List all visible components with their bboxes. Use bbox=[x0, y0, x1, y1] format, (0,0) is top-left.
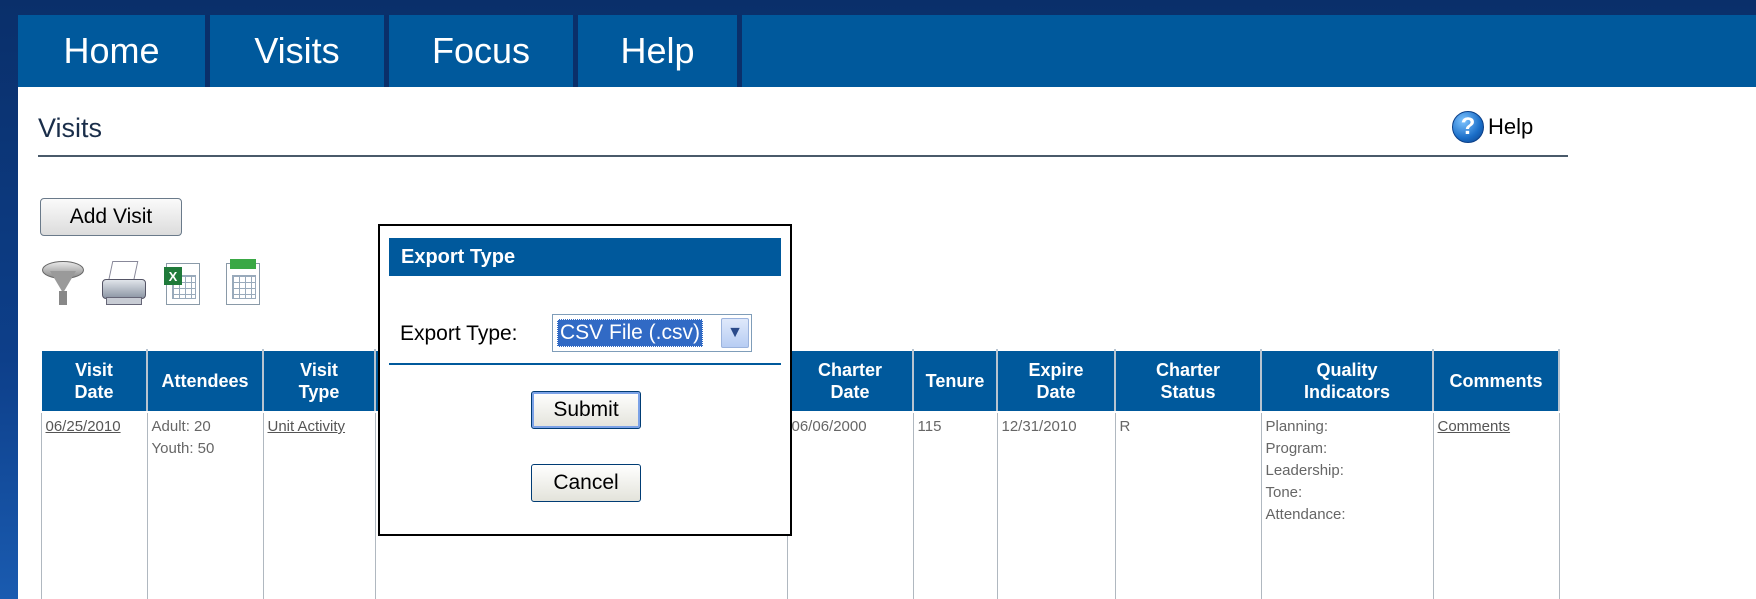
column-header-charter-date[interactable]: Charter Date bbox=[786, 349, 914, 413]
visit-type-link[interactable]: Unit Activity bbox=[268, 418, 346, 435]
cancel-button[interactable]: Cancel bbox=[531, 464, 641, 502]
quality-attendance: Attendance: bbox=[1265, 506, 1346, 523]
printer-icon[interactable] bbox=[100, 255, 146, 307]
column-header-attendees[interactable]: Attendees bbox=[146, 349, 264, 413]
attendees-cell: Adult: 20 Youth: 50 bbox=[146, 411, 264, 599]
quality-program: Program: bbox=[1265, 440, 1328, 457]
dialog-title: Export Type bbox=[389, 238, 781, 276]
comments-cell: Comments bbox=[1432, 411, 1560, 599]
content-panel: Visits ? Help Add Visit X Visit Date Att… bbox=[18, 87, 1756, 599]
title-divider bbox=[38, 155, 1568, 157]
nav-tab-focus[interactable]: Focus bbox=[389, 15, 578, 87]
excel-export-icon[interactable]: X bbox=[160, 255, 206, 307]
column-header-charter-status[interactable]: Charter Status bbox=[1114, 349, 1262, 413]
column-header-expire-date[interactable]: Expire Date bbox=[996, 349, 1116, 413]
table-row: 06/25/2010 Adult: 20 Youth: 50 Unit Acti… bbox=[40, 411, 1560, 599]
visits-table: Visit Date Attendees Visit Type Charter Dat… bbox=[40, 349, 1560, 599]
submit-button[interactable]: Submit bbox=[531, 391, 641, 429]
dialog-divider bbox=[389, 363, 781, 365]
csv-export-icon[interactable] bbox=[220, 255, 266, 307]
quality-leadership: Leadership: bbox=[1265, 462, 1344, 479]
quality-planning: Planning: bbox=[1265, 418, 1329, 435]
export-type-dialog: Export Type Export Type: CSV File (.csv)… bbox=[378, 224, 792, 536]
add-visit-button[interactable]: Add Visit bbox=[40, 198, 182, 236]
charter-date-cell: 06/06/2000 bbox=[786, 411, 914, 599]
visit-type-cell: Unit Activity bbox=[262, 411, 376, 599]
filter-funnel-icon[interactable] bbox=[40, 255, 86, 307]
nav-tab-help[interactable]: Help bbox=[578, 15, 742, 87]
nav-tab-visits[interactable]: Visits bbox=[210, 15, 389, 87]
nav-tab-home[interactable]: Home bbox=[18, 15, 210, 87]
column-header-visit-date[interactable]: Visit Date bbox=[40, 349, 148, 413]
charter-status-cell: R bbox=[1114, 411, 1262, 599]
comments-link[interactable]: Comments bbox=[1438, 418, 1511, 435]
export-type-label: Export Type: bbox=[400, 322, 518, 345]
expire-date-cell: 12/31/2010 bbox=[996, 411, 1116, 599]
column-header-quality-indicators[interactable]: Quality Indicators bbox=[1260, 349, 1434, 413]
visit-date-cell: 06/25/2010 bbox=[40, 411, 148, 599]
top-nav: Home Visits Focus Help bbox=[18, 15, 1756, 87]
help-link[interactable]: ? Help bbox=[1452, 111, 1533, 143]
quality-indicators-cell: Planning: Program: Leadership: Tone: Att… bbox=[1260, 411, 1434, 599]
tenure-cell: 115 bbox=[912, 411, 998, 599]
chevron-down-icon[interactable]: ▼ bbox=[721, 318, 749, 348]
attendees-adult: Adult: 20 bbox=[151, 418, 211, 435]
page-title: Visits bbox=[38, 113, 103, 143]
help-link-label: Help bbox=[1488, 114, 1534, 139]
quality-tone: Tone: bbox=[1265, 484, 1303, 501]
column-header-visit-type[interactable]: Visit Type bbox=[262, 349, 376, 413]
visit-date-link[interactable]: 06/25/2010 bbox=[46, 418, 121, 435]
column-header-comments[interactable]: Comments bbox=[1432, 349, 1560, 413]
export-type-select[interactable]: CSV File (.csv) ▼ bbox=[552, 314, 752, 352]
attendees-youth: Youth: 50 bbox=[151, 440, 215, 457]
column-header-tenure[interactable]: Tenure bbox=[912, 349, 998, 413]
table-header-row: Visit Date Attendees Visit Type Charter Dat… bbox=[40, 349, 1560, 413]
export-toolbar: X bbox=[40, 255, 266, 307]
export-type-selected-value: CSV File (.csv) bbox=[557, 319, 704, 347]
question-circle-icon: ? bbox=[1452, 111, 1484, 143]
